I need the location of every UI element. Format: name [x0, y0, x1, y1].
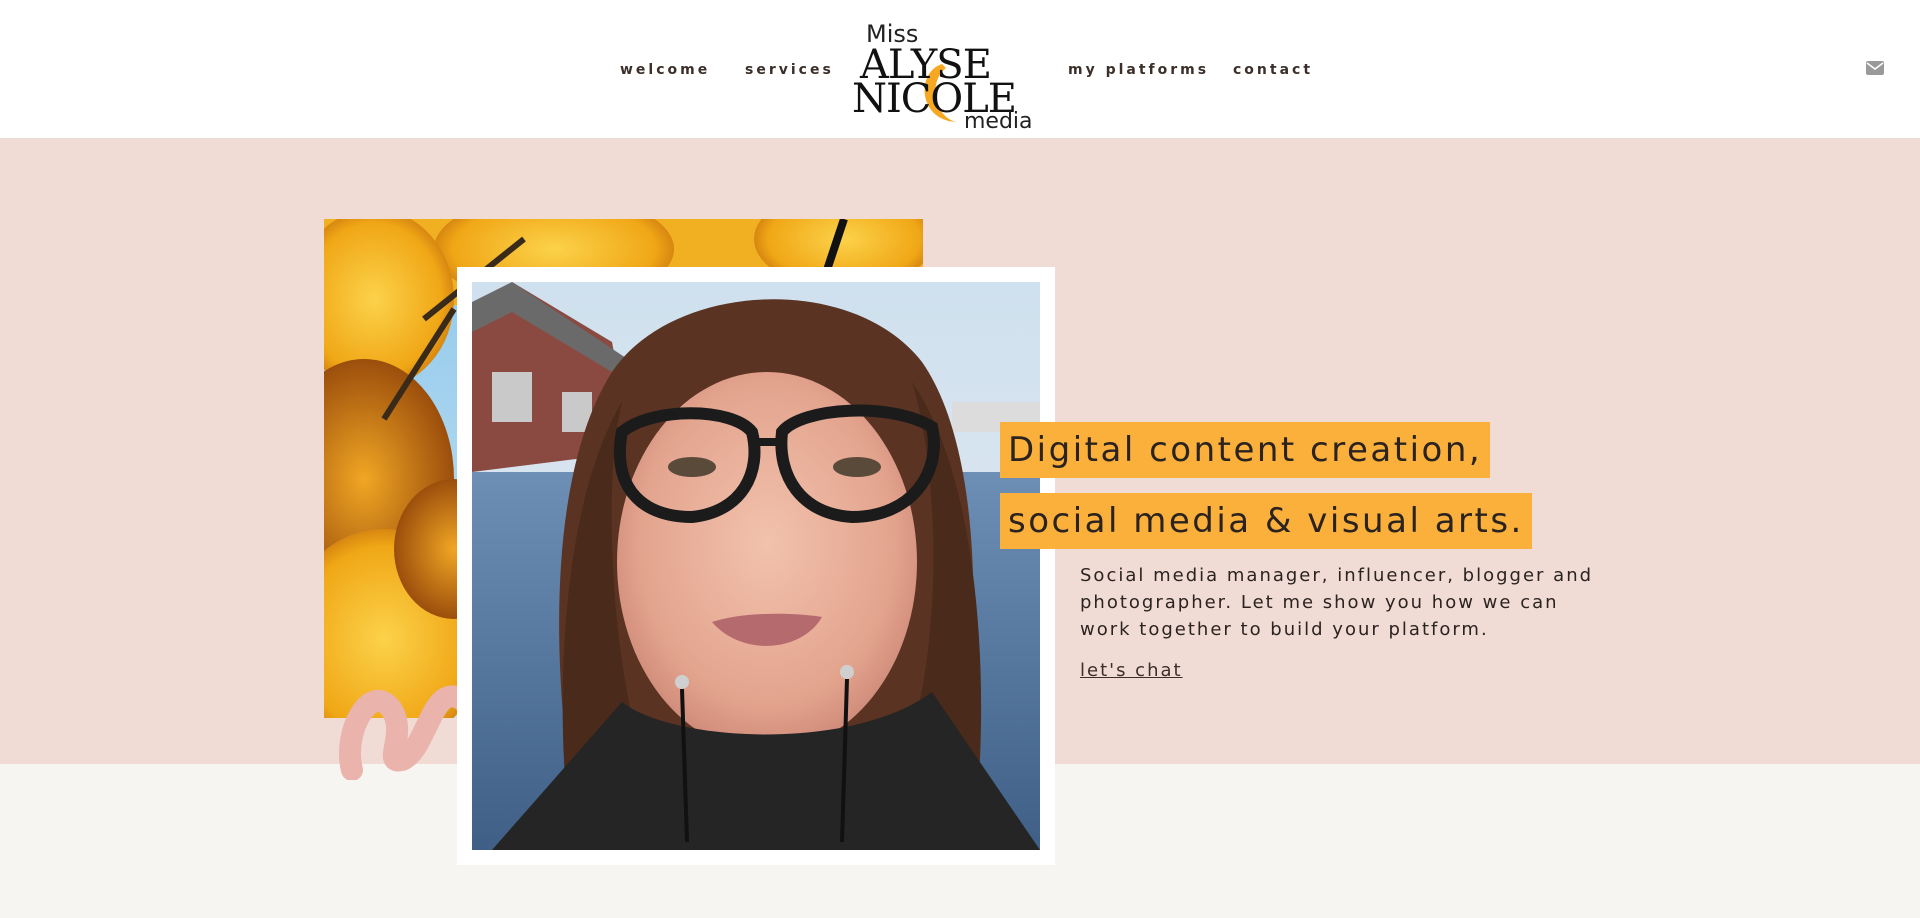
- headline-line-2: social media & visual arts.: [1000, 493, 1532, 549]
- hero-description: Social media manager, influencer, blogge…: [1080, 565, 1594, 640]
- logo-media: media: [964, 109, 1033, 130]
- site-header: welcome services Miss ALYSE NICOLE media…: [0, 0, 1920, 138]
- nav-my-platforms[interactable]: my platforms: [1068, 62, 1209, 78]
- nav-welcome[interactable]: welcome: [620, 62, 710, 78]
- envelope-icon[interactable]: [1866, 61, 1884, 75]
- nav-contact[interactable]: contact: [1233, 62, 1313, 78]
- headline-line-1: Digital content creation,: [1000, 422, 1491, 478]
- portrait-image: [472, 282, 1040, 850]
- portrait-frame: [457, 267, 1055, 865]
- lets-chat-link[interactable]: let's chat: [1080, 660, 1183, 681]
- nav-services[interactable]: services: [745, 62, 834, 78]
- site-logo[interactable]: Miss ALYSE NICOLE media: [846, 12, 1046, 130]
